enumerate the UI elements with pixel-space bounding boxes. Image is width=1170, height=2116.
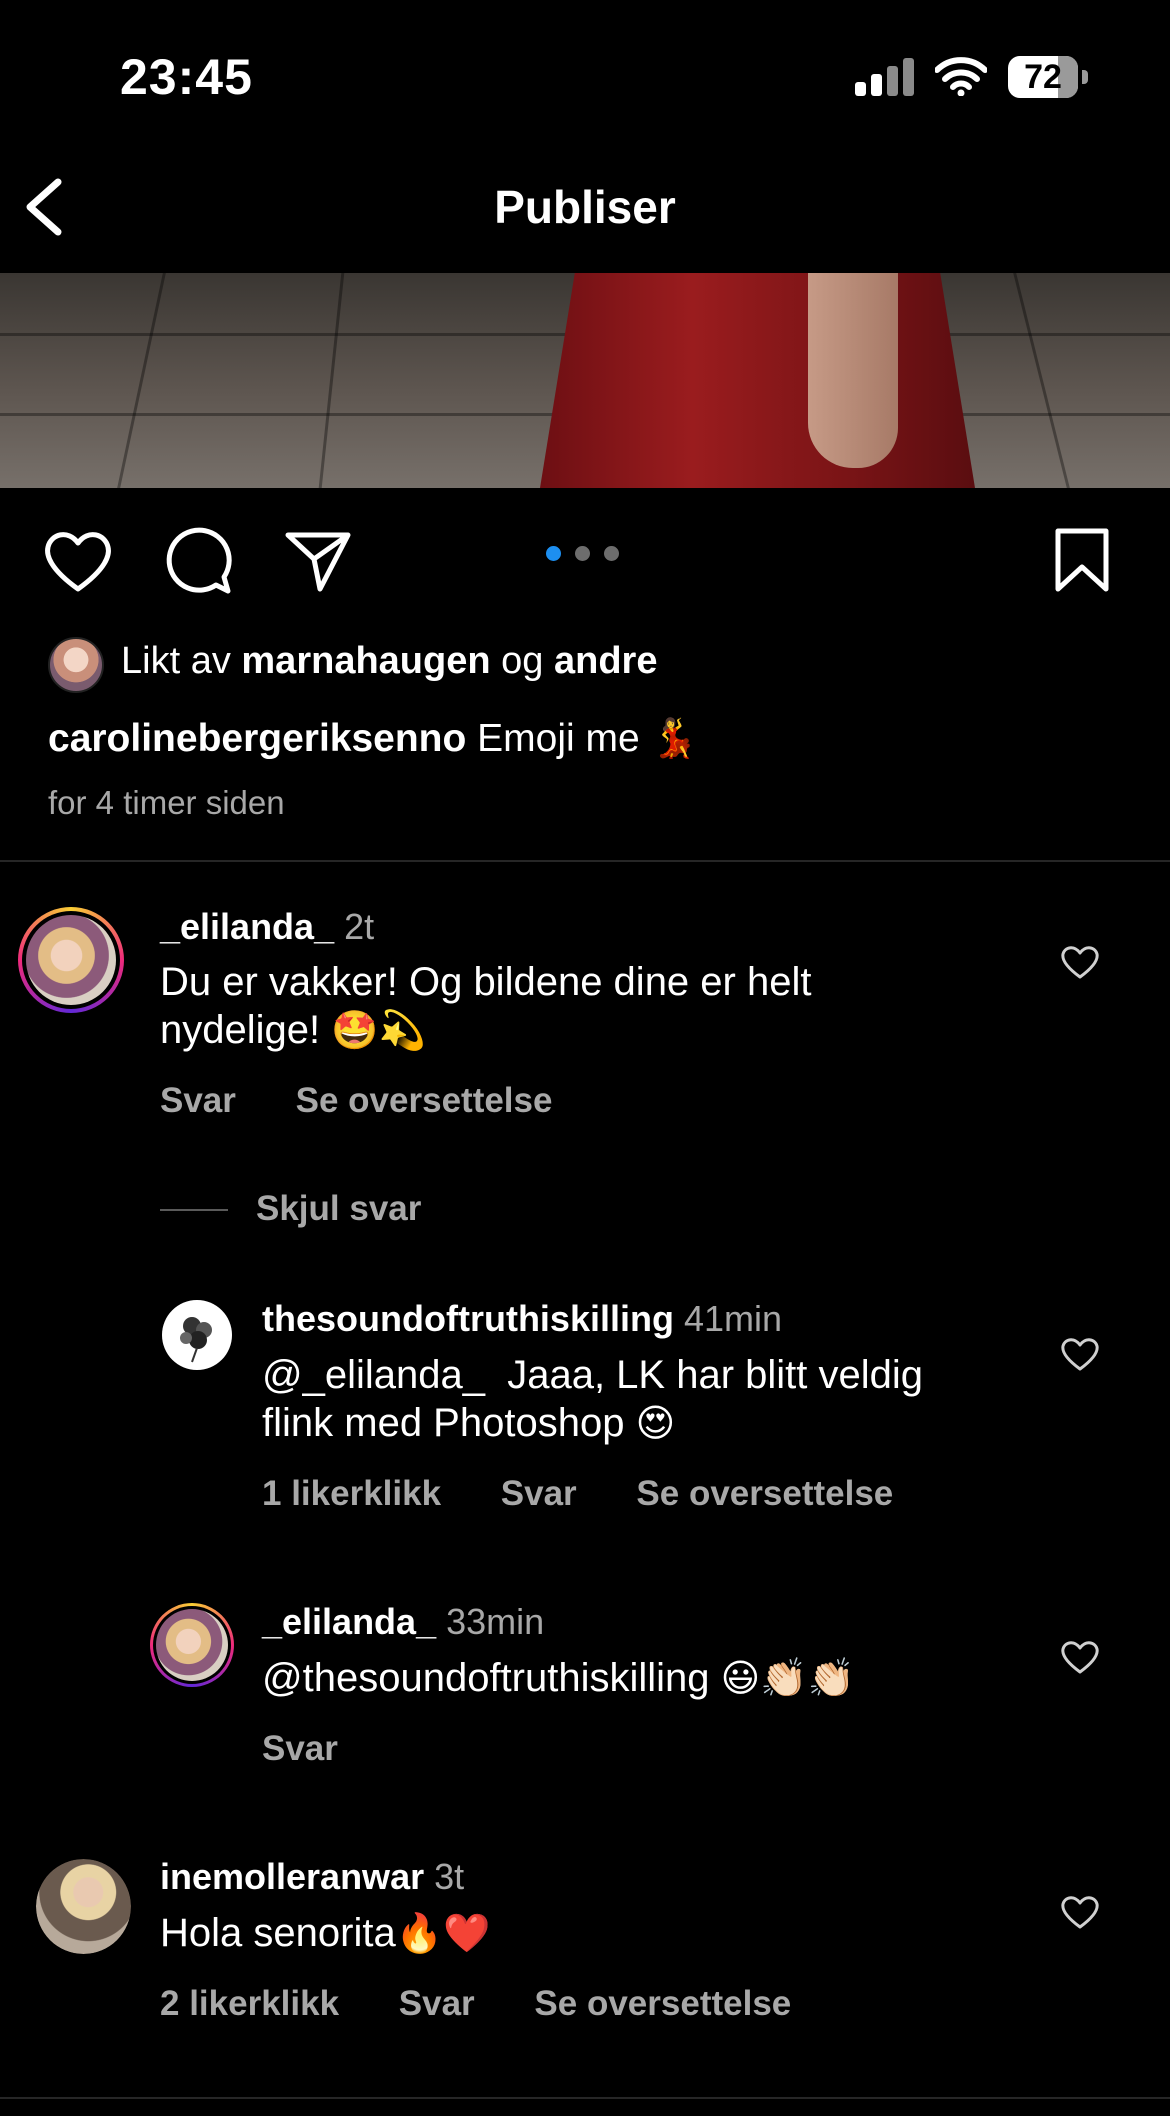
battery-level: 72 [1024,57,1062,96]
reply-emoji: 😍 [635,1401,676,1445]
reply-button[interactable]: Svar [160,1081,236,1120]
likes-summary[interactable]: Likt av marnahaugen og andre [121,640,657,683]
comment-text: Hola senorita🔥❤️ [160,1909,980,1957]
reply-text-line: @thesoundoftruthiskilling [262,1656,710,1700]
hide-replies-button[interactable]: Skjul svar [256,1189,421,1229]
carousel-dot-active [546,546,561,561]
post-time: for 4 timer siden [48,784,285,821]
liked-by-avatar[interactable] [48,637,104,693]
carousel-dot [575,546,590,561]
reply-actions: 1 likerklikk Svar Se oversettelse [262,1474,943,1514]
avatar[interactable] [150,1603,234,1687]
likes-others[interactable]: andre [554,640,657,682]
reply-text: @_elilanda_ Jaaa, LK har blitt veldig fl… [262,1351,1002,1447]
comment-actions: 2 likerklikk Svar Se oversettelse [160,1984,841,2024]
comment-likes-count[interactable]: 2 likerklikk [160,1984,339,2023]
comment-username-text[interactable]: inemolleranwar [160,1856,424,1897]
comment-time: 2t [344,906,375,947]
divider [0,2097,1170,2099]
comment-username: inemolleranwar 3t [160,1856,464,1898]
post-image[interactable] [0,273,1170,488]
reply-text-line: @_elilanda_ Jaaa, LK har blitt veldig [262,1353,924,1397]
comment-icon[interactable] [162,525,234,597]
comment-time: 3t [434,1856,465,1897]
cellular-signal-icon [855,58,915,96]
translate-button[interactable]: Se oversettelse [534,1984,791,2023]
carousel-dot [604,546,619,561]
battery-icon: 72 [1008,56,1088,98]
translate-button[interactable]: Se oversettelse [636,1474,893,1513]
comment-text: Du er vakker! Og bildene dine er helt ny… [160,958,980,1054]
reply-username: thesoundoftruthiskilling 41min [262,1298,782,1340]
comment-username: _elilanda_ 2t [160,906,374,948]
carousel-indicator [546,546,633,566]
divider [0,860,1170,862]
reply-button[interactable]: Svar [262,1729,338,1768]
likes-prefix: Likt av [121,640,231,682]
caption-text: Emoji me [477,717,640,760]
likes-joiner: og [501,640,544,682]
reply-like-heart-icon[interactable] [1060,1334,1100,1374]
share-icon[interactable] [282,525,354,597]
reply-username: _elilanda_ 33min [262,1601,544,1643]
reply-button[interactable]: Svar [501,1474,577,1513]
caption-emoji: 💃 [650,716,698,760]
post-caption: carolinebergeriksenno Emoji me 💃 [48,716,698,761]
reply-username-text[interactable]: thesoundoftruthiskilling [262,1298,674,1339]
status-time: 23:45 [120,49,253,105]
reply-like-heart-icon[interactable] [1060,1637,1100,1677]
reply-time: 41min [683,1298,783,1339]
balloons-avatar-icon [180,1317,212,1363]
caption-username[interactable]: carolinebergeriksenno [48,717,466,760]
bookmark-icon[interactable] [1046,525,1118,597]
reply-username-text[interactable]: _elilanda_ [262,1601,436,1642]
comment-text-line: nydelige! [160,1008,321,1052]
likes-user[interactable]: marnahaugen [241,640,490,682]
page-title: Publiser [494,181,676,233]
comment-username-text[interactable]: _elilanda_ [160,906,334,947]
comment-like-heart-icon[interactable] [1060,942,1100,982]
wifi-icon [935,57,987,96]
translate-button[interactable]: Se oversettelse [296,1081,553,1120]
avatar[interactable] [162,1300,232,1370]
reply-text-line: flink med Photoshop [262,1401,625,1445]
comment-emoji: 🤩💫 [331,1008,426,1052]
comment-text-line: Hola senorita [160,1911,396,1955]
reply-likes-count[interactable]: 1 likerklikk [262,1474,441,1513]
reply-button[interactable]: Svar [399,1984,475,2023]
comment-emoji: 🔥❤️ [395,1911,491,1955]
hide-replies-line [160,1209,228,1211]
avatar[interactable] [36,1859,131,1954]
reply-actions: Svar [262,1729,388,1769]
comment-like-heart-icon[interactable] [1060,1892,1100,1932]
comment-actions: Svar Se oversettelse [160,1081,602,1121]
reply-text: @thesoundoftruthiskilling 😃👏🏻👏🏻 [262,1654,1022,1702]
avatar[interactable] [18,907,124,1013]
comment-text-line: Du er vakker! Og bildene dine er helt [160,960,812,1004]
reply-time: 33min [446,1601,545,1642]
heart-icon[interactable] [42,525,114,597]
reply-emoji: 😃👏🏻👏🏻 [720,1656,855,1700]
